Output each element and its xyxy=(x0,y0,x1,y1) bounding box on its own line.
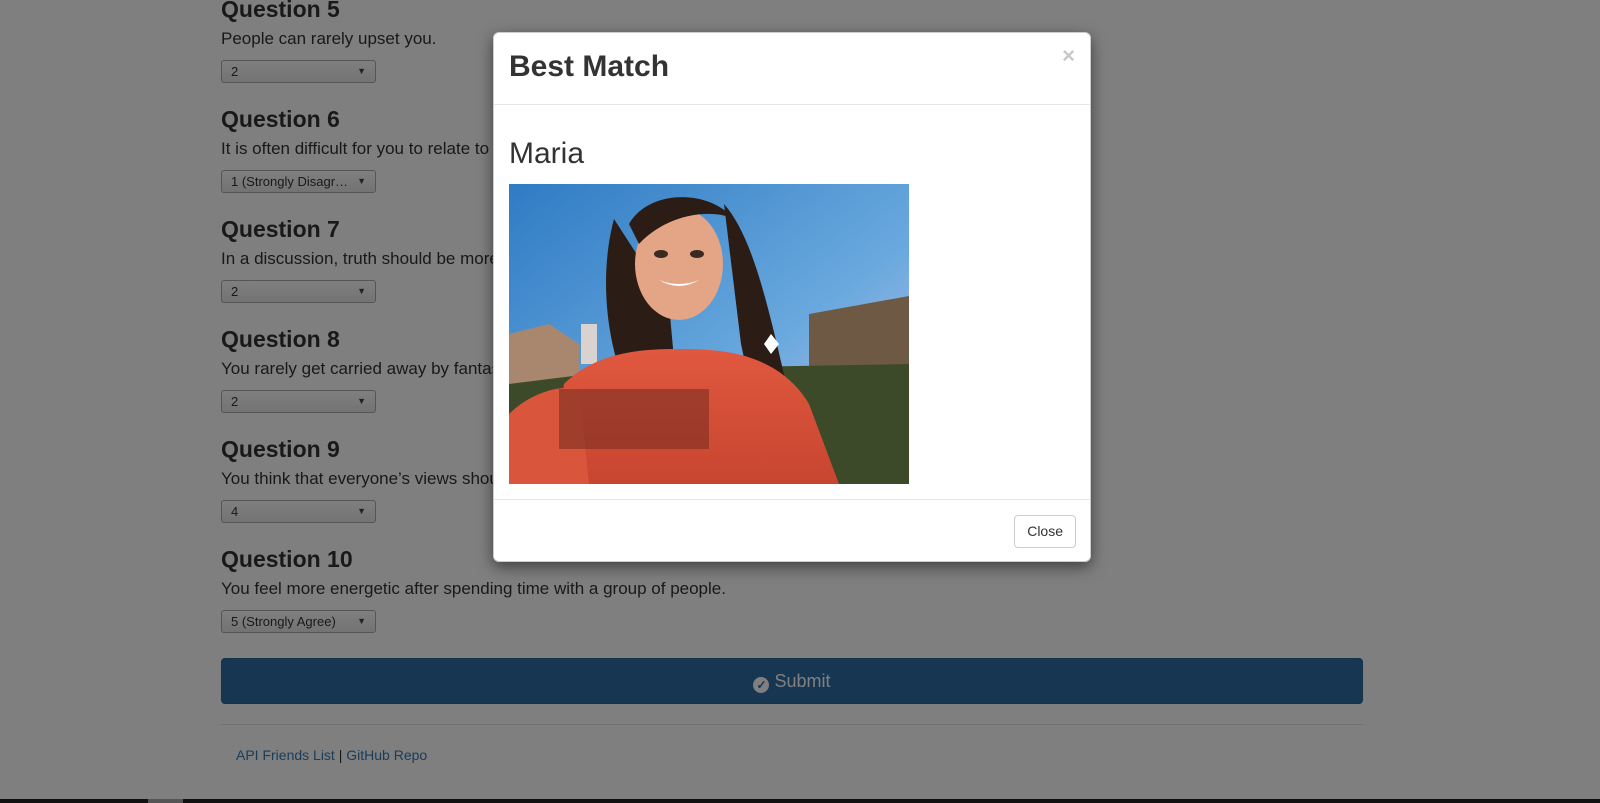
modal-header: Best Match × xyxy=(494,33,1090,105)
modal-footer: Close xyxy=(494,499,1090,563)
match-photo xyxy=(509,184,909,484)
taskbar-segment xyxy=(148,799,183,803)
taskbar-strip xyxy=(0,799,1600,803)
best-match-modal: Best Match × Maria Close xyxy=(493,32,1091,562)
match-name: Maria xyxy=(509,137,585,170)
modal-title: Best Match xyxy=(509,50,670,83)
close-icon[interactable]: × xyxy=(1062,44,1075,68)
close-button[interactable]: Close xyxy=(1014,515,1076,548)
